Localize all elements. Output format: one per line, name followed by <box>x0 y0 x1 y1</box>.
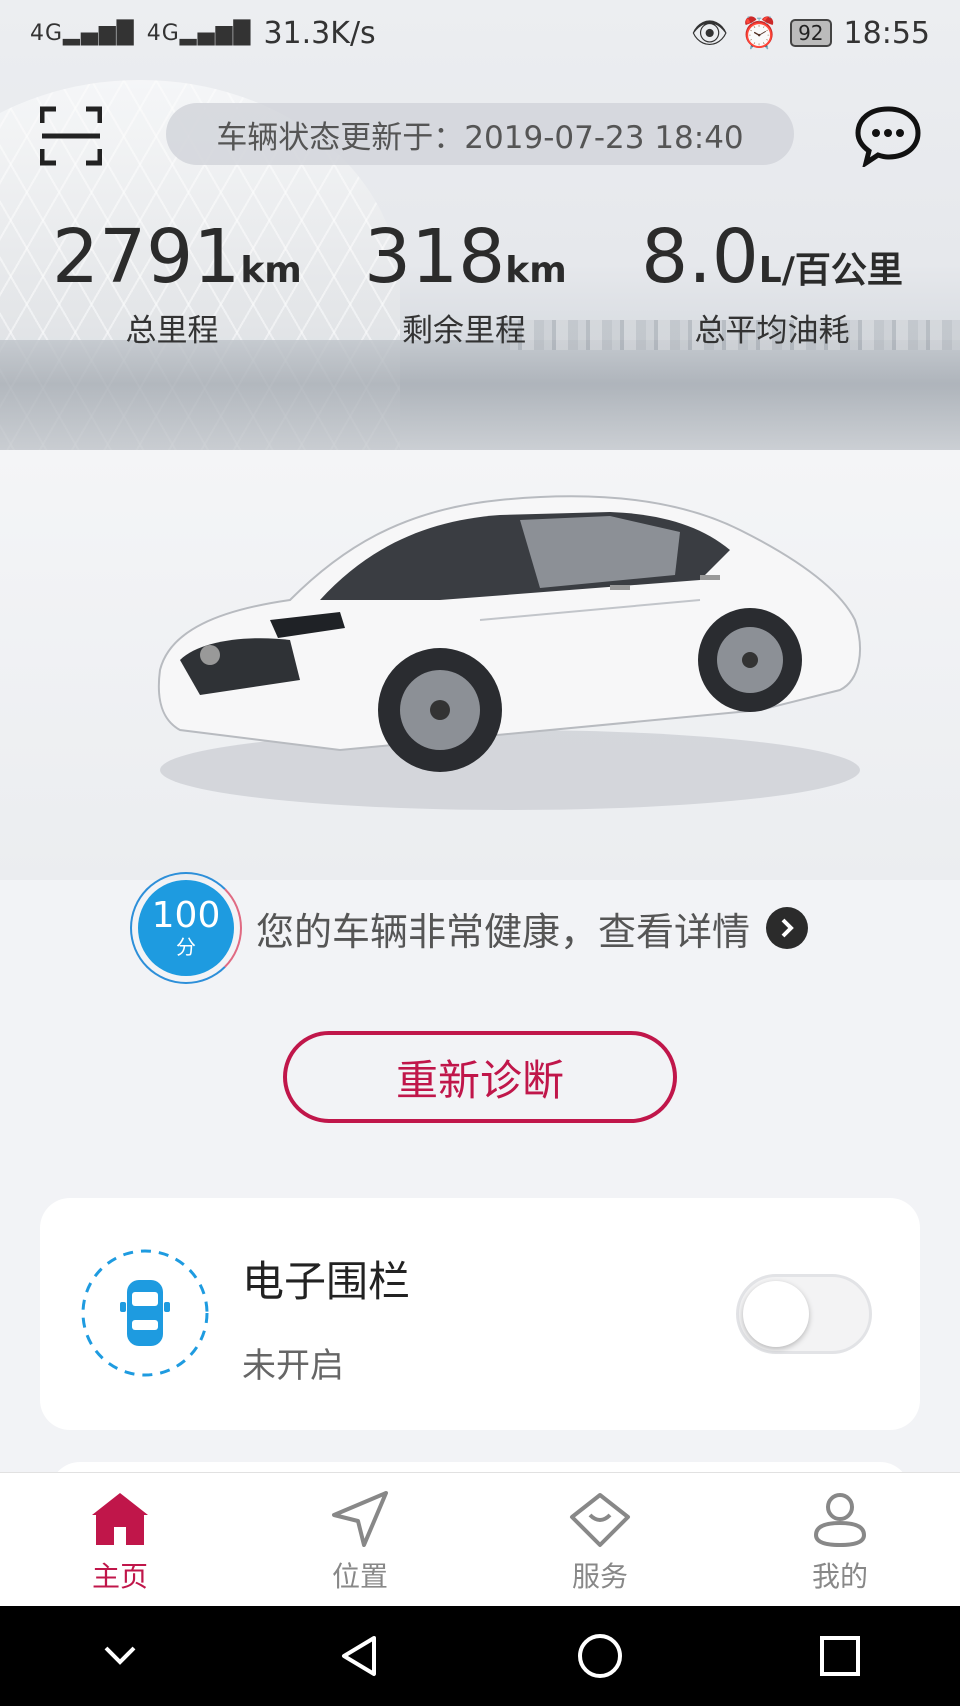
fuel-consumption-unit: L/百公里 <box>758 250 903 291</box>
remaining-range-label: 剩余里程 <box>402 313 526 349</box>
rediagnose-button[interactable]: 重新诊断 <box>283 1031 677 1123</box>
scan-icon <box>39 106 103 166</box>
alarm-icon: ⏰ <box>740 15 779 51</box>
system-nav-bar <box>0 1606 960 1706</box>
health-score-badge: 100 分 <box>130 872 242 984</box>
status-update-text: 车辆状态更新于：2019-07-23 18:40 <box>216 119 744 156</box>
fuel-consumption-label: 总平均油耗 <box>694 313 850 349</box>
remaining-range-value: 318 <box>364 214 506 300</box>
nav-back-button[interactable] <box>330 1626 390 1686</box>
network-speed: 31.3K/s <box>263 15 376 51</box>
tab-service-label: 服务 <box>571 1560 628 1593</box>
top-header: 车辆状态更新于：2019-07-23 18:40 <box>0 95 960 175</box>
total-mileage-label: 总里程 <box>125 313 219 349</box>
fuel-consumption-stat: 8.0L/百公里 总平均油耗 <box>634 215 910 350</box>
vehicle-stats: 2791km 总里程 318km 剩余里程 8.0L/百公里 总平均油耗 <box>0 215 960 355</box>
geofence-card: 电子围栏 未开启 <box>40 1198 920 1430</box>
tab-location-label: 位置 <box>331 1560 388 1593</box>
total-mileage-value: 2791 <box>52 214 241 300</box>
nav-recents-button[interactable] <box>810 1626 870 1686</box>
tab-service[interactable]: 服务 <box>480 1473 720 1607</box>
clock: 18:55 <box>843 15 930 51</box>
total-mileage-stat: 2791km 总里程 <box>52 214 302 350</box>
bottom-tab-bar: 主页 位置 服务 我的 <box>0 1472 960 1607</box>
remaining-range-stat: 318km 剩余里程 <box>364 214 567 350</box>
eye-icon: 👁 <box>690 15 729 51</box>
chat-bubble-icon <box>855 106 921 169</box>
chevron-down-icon <box>104 1646 136 1665</box>
geofence-status: 未开启 <box>242 1346 344 1386</box>
geofence-car-icon <box>81 1249 209 1377</box>
fuel-consumption-value: 8.0 <box>641 214 759 300</box>
location-arrow-icon <box>332 1491 388 1547</box>
sea-decoration <box>0 340 960 450</box>
battery-icon: 92 <box>790 19 832 47</box>
total-mileage-unit: km <box>240 250 302 291</box>
service-icon <box>570 1493 630 1547</box>
message-button[interactable] <box>854 105 922 169</box>
tab-home[interactable]: 主页 <box>0 1473 240 1607</box>
geofence-toggle[interactable] <box>736 1274 872 1354</box>
score-ring <box>130 872 242 984</box>
tab-location[interactable]: 位置 <box>240 1473 480 1607</box>
geofence-title: 电子围栏 <box>242 1257 411 1306</box>
tab-profile[interactable]: 我的 <box>720 1473 960 1607</box>
tab-home-label: 主页 <box>91 1560 148 1593</box>
back-triangle-icon <box>342 1636 376 1676</box>
remaining-range-unit: km <box>505 250 567 291</box>
health-summary-link[interactable]: 您的车辆非常健康，查看详情 <box>256 901 750 956</box>
chevron-right-icon[interactable] <box>766 907 809 949</box>
nav-collapse-button[interactable] <box>90 1626 150 1686</box>
signal-icon: 4G▂▄▆█ <box>30 20 135 46</box>
health-row[interactable]: 100 分 您的车辆非常健康，查看详情 <box>130 872 809 984</box>
tab-profile-label: 我的 <box>811 1560 868 1593</box>
scan-button[interactable] <box>39 105 103 167</box>
status-bar: 4G▂▄▆█ 4G▂▄▆█ 31.3K/s 👁 ⏰ 92 18:55 <box>0 0 960 66</box>
nav-home-button[interactable] <box>570 1626 630 1686</box>
profile-icon <box>813 1493 867 1548</box>
toggle-knob <box>743 1281 809 1347</box>
recents-square-icon <box>820 1636 860 1676</box>
home-icon <box>92 1493 148 1545</box>
home-circle-icon <box>578 1634 622 1678</box>
car-image <box>157 495 861 810</box>
signal-icon: 4G▂▄▆█ <box>146 20 252 46</box>
status-update-pill: 车辆状态更新于：2019-07-23 18:40 <box>166 103 794 165</box>
